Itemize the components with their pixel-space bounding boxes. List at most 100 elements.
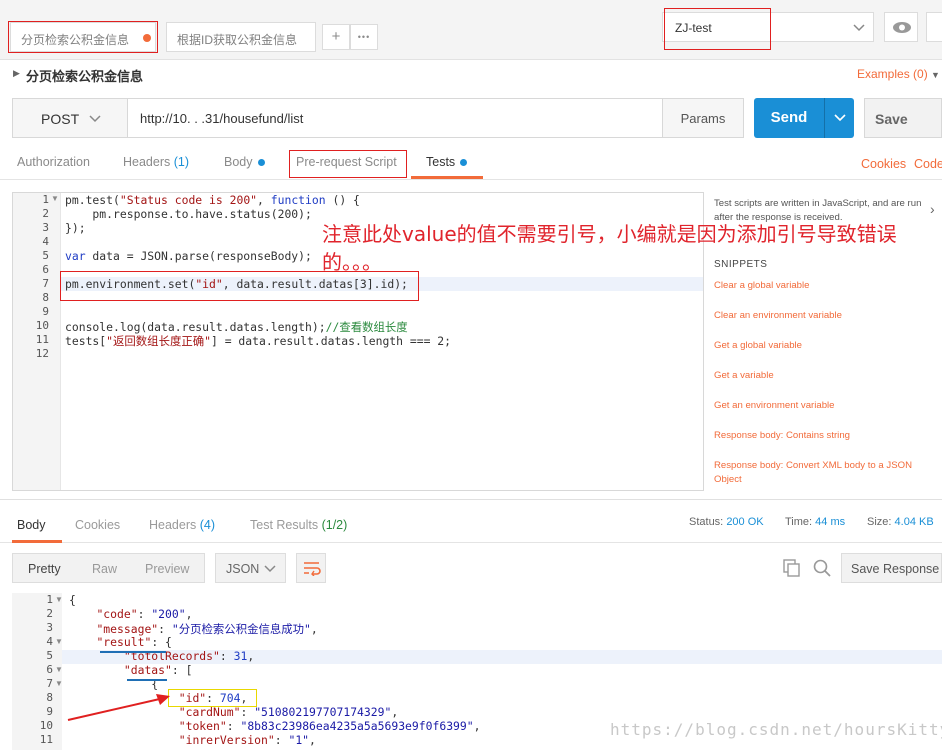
chevron-down-icon [853, 24, 865, 32]
tab-tests[interactable]: Tests [426, 155, 468, 169]
tab-body[interactable]: Body [224, 155, 265, 169]
time-label: Time: [785, 516, 813, 528]
line-number: 8 [42, 291, 49, 304]
wrap-lines-button[interactable] [296, 553, 326, 583]
save-response-button[interactable]: Save Response [841, 553, 942, 583]
view-pretty-button[interactable]: Pretty [28, 562, 61, 576]
snippet-get-global[interactable]: Get a global variable [714, 339, 929, 353]
active-response-tab-indicator [12, 540, 62, 543]
annotation-note: 注意此处value的值不需要引号，小编就是因为添加引号导致错误的。。。 [322, 222, 897, 274]
status-label: Status: [689, 516, 724, 528]
active-tab-indicator [411, 176, 483, 179]
size-label: Size: [867, 516, 892, 528]
highlight-box-id [168, 689, 257, 707]
copy-icon[interactable] [783, 559, 801, 577]
snippet-clear-environment[interactable]: Clear an environment variable [714, 309, 929, 323]
format-value: JSON [226, 562, 260, 576]
snippet-get-environment[interactable]: Get an environment variable [714, 399, 929, 413]
snippets-title: SNIPPETS [714, 259, 768, 270]
arrow-annotation-icon [67, 694, 170, 721]
request-title: 分页检索公积金信息 [26, 69, 144, 84]
response-tab-headers[interactable]: Headers (4) [149, 518, 215, 532]
json-line-4: "result": { [96, 635, 172, 649]
size-value: 4.04 KB [894, 516, 934, 528]
save-button[interactable]: Save [864, 98, 942, 138]
line-number: 3 [42, 221, 49, 234]
response-headers-count: (4) [199, 518, 216, 532]
view-raw-button[interactable]: Raw [92, 562, 117, 576]
new-tab-button[interactable]: + [322, 24, 350, 50]
test-results-count: (1/2) [321, 518, 348, 532]
code-link[interactable]: Code [914, 157, 942, 171]
line-number: 10 [39, 719, 53, 732]
size-readout: Size: 4.04 KB [867, 516, 934, 528]
cookies-link[interactable]: Cookies [861, 157, 906, 171]
fold-icon: ▼ [55, 595, 63, 604]
method-select[interactable]: POST [12, 98, 128, 138]
status-readout: Status: 200 OK [689, 516, 764, 528]
snippet-clear-global[interactable]: Clear a global variable [714, 279, 929, 293]
code-line-1: pm.test("Status code is 200", function (… [65, 193, 360, 207]
manage-environments-button[interactable] [926, 12, 942, 42]
subtab-divider [0, 179, 942, 180]
tab-menu-button[interactable]: ••• [350, 24, 378, 50]
tab-request-second-label: 根据ID获取公积金信息 [177, 33, 298, 47]
send-options-button[interactable] [824, 98, 854, 138]
wrap-icon [304, 562, 321, 576]
chevron-right-icon[interactable]: › [930, 201, 935, 217]
line-number: 5 [42, 249, 49, 262]
eye-icon [893, 22, 911, 33]
highlight-box-env [664, 8, 771, 50]
search-icon[interactable] [813, 559, 831, 577]
snippet-contains-string[interactable]: Response body: Contains string [714, 429, 929, 443]
json-line-6: "datas": [ [123, 663, 193, 677]
url-input[interactable]: http://10. . .31/housefund/list [127, 98, 663, 138]
line-number: 9 [42, 305, 49, 318]
highlight-box-prerequest [289, 150, 407, 178]
status-value: 200 OK [726, 516, 764, 528]
snippet-get-variable[interactable]: Get a variable [714, 369, 929, 383]
response-tab-test-results[interactable]: Test Results (1/2) [250, 518, 347, 532]
snippet-xml-to-json[interactable]: Response body: Convert XML body to a JSO… [714, 459, 929, 487]
line-number: 1 [42, 193, 49, 206]
line-number: 12 [35, 347, 49, 360]
examples-dropdown[interactable]: Examples (0) ▼ [857, 67, 940, 81]
watermark: https://blog.csdn.net/hoursKitty [610, 720, 942, 739]
response-tab-body[interactable]: Body [17, 518, 46, 532]
fold-icon: ▼ [55, 665, 63, 674]
format-select[interactable]: JSON [215, 553, 286, 583]
tab-headers[interactable]: Headers (1) [123, 155, 189, 169]
response-divider [0, 499, 942, 500]
time-readout: Time: 44 ms [785, 516, 845, 528]
response-tab-headers-label: Headers [149, 518, 197, 532]
view-preview-button[interactable]: Preview [145, 562, 189, 576]
more-icon: ••• [357, 32, 371, 42]
tab-authorization[interactable]: Authorization [17, 155, 90, 169]
fold-icon: ▼ [55, 679, 63, 688]
send-button[interactable]: Send [754, 98, 824, 138]
code-line-11: tests["返回数组长度正确"] = data.result.datas.le… [65, 334, 452, 348]
bracket-match-underline [127, 679, 167, 681]
line-number: 1 [46, 593, 53, 606]
snippets-description: Test scripts are written in JavaScript, … [714, 198, 922, 223]
line-number: 3 [46, 621, 53, 634]
tab-headers-count: (1) [173, 155, 190, 169]
params-button[interactable]: Params [662, 98, 744, 138]
fold-icon: ▼ [55, 637, 63, 646]
caret-right-icon[interactable]: ▶ [13, 68, 20, 79]
line-number: 10 [35, 319, 49, 332]
tests-dot-icon [460, 159, 468, 167]
response-tab-test-results-label: Test Results [250, 518, 319, 532]
line-number: 7 [46, 677, 53, 690]
environment-quick-look-button[interactable] [884, 12, 918, 42]
highlight-box-tab [8, 21, 158, 53]
code-line-3: }); [65, 221, 86, 235]
chevron-down-icon [833, 114, 846, 122]
line-number: 11 [35, 333, 49, 346]
json-line-1: { [69, 593, 76, 607]
plus-icon: + [331, 28, 341, 45]
response-tab-cookies[interactable]: Cookies [75, 518, 120, 532]
fold-icon: ▼ [51, 194, 59, 203]
code-line-5: var data = JSON.parse(responseBody); [65, 249, 312, 263]
tab-request-second[interactable]: 根据ID获取公积金信息 [166, 22, 316, 52]
